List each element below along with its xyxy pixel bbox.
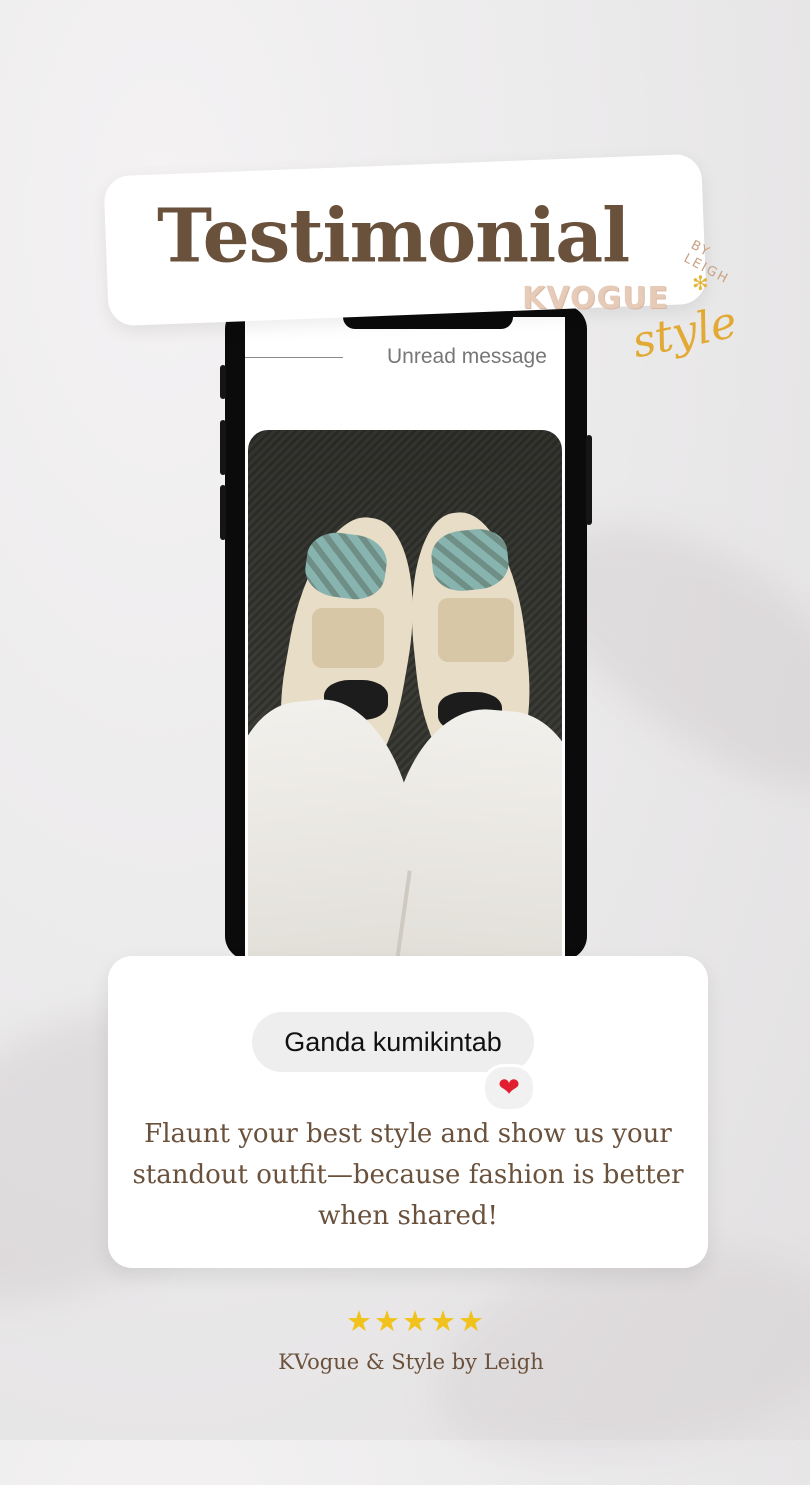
phone-notch bbox=[343, 317, 513, 329]
star-icon: ★ bbox=[402, 1304, 428, 1338]
star-icon: ★ bbox=[346, 1304, 372, 1338]
chat-message-bubble[interactable]: Ganda kumikintab bbox=[252, 1012, 534, 1072]
heart-icon: ❤ bbox=[498, 1073, 520, 1103]
star-icon: ★ bbox=[374, 1304, 400, 1338]
left-shoelace bbox=[312, 608, 384, 668]
phone-side-button bbox=[220, 365, 226, 399]
phone-volume-down-button bbox=[220, 485, 226, 540]
star-icon: ★ bbox=[458, 1304, 484, 1338]
footer-brand-text: KVogue & Style by Leigh bbox=[278, 1350, 544, 1374]
heart-reaction-badge[interactable]: ❤ bbox=[482, 1064, 536, 1112]
testimonial-card: Ganda kumikintab ❤ Flaunt your best styl… bbox=[108, 956, 708, 1268]
flower-icon: ✻ bbox=[692, 271, 709, 295]
right-shoelace bbox=[438, 598, 514, 662]
logo-brand-text: KVOGUE bbox=[522, 281, 669, 316]
phone-volume-up-button bbox=[220, 420, 226, 475]
logo-by-text: BY LEIGH bbox=[681, 237, 732, 288]
phone-power-button bbox=[586, 435, 592, 525]
unread-divider-line bbox=[245, 357, 343, 358]
star-icon: ★ bbox=[430, 1304, 456, 1338]
chat-photo-sneakers[interactable] bbox=[248, 430, 562, 1008]
brand-logo: BY LEIGH KVOGUE ✻ style bbox=[520, 238, 741, 385]
testimonial-caption: Flaunt your best style and show us your … bbox=[132, 1119, 684, 1231]
star-rating: ★ ★ ★ ★ ★ bbox=[346, 1304, 491, 1338]
